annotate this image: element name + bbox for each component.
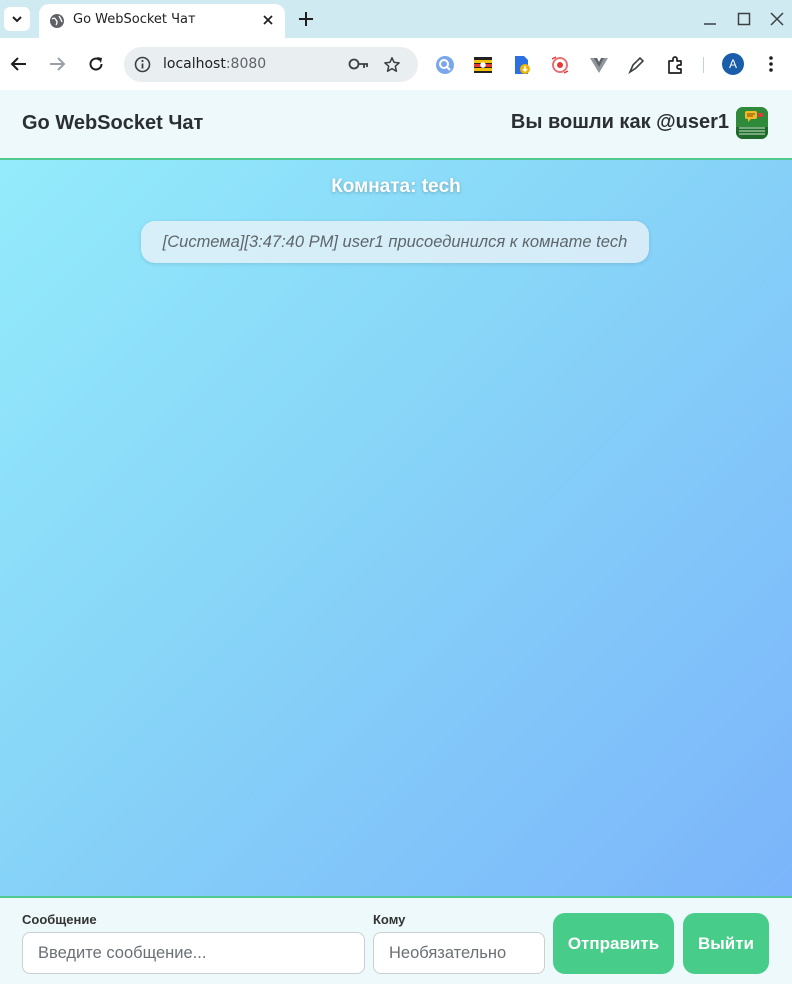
message-label: Сообщение [22, 912, 97, 927]
recipient-label: Кому [373, 912, 406, 927]
maximize-icon[interactable] [736, 10, 752, 28]
app-brand: Go WebSocket Чат [22, 112, 204, 134]
send-button[interactable]: Отправить [553, 913, 674, 974]
message-composer: Сообщение Кому Отправить Выйти [0, 896, 792, 984]
minimize-icon[interactable] [702, 10, 718, 28]
record-extension-icon[interactable] [550, 55, 570, 75]
logout-button[interactable]: Выйти [683, 913, 769, 974]
tab-active[interactable]: Go WebSocket Чат [39, 4, 285, 38]
key-icon[interactable] [348, 57, 370, 71]
recipient-input[interactable] [373, 932, 545, 974]
browser-tab-strip: Go WebSocket Чат [0, 0, 792, 38]
site-info-icon[interactable] [134, 56, 151, 73]
logged-in-user: Вы вошли как @user1 [510, 111, 729, 133]
back-icon[interactable] [10, 55, 28, 73]
flag-extension-icon[interactable] [473, 55, 493, 75]
close-icon[interactable] [261, 13, 275, 27]
message-input[interactable] [22, 932, 365, 974]
plus-icon[interactable] [296, 9, 316, 29]
globe-icon [50, 14, 64, 28]
address-bar[interactable]: localhost:8080 [124, 47, 418, 82]
search-lens-extension-icon[interactable] [435, 55, 455, 75]
system-message: [Система][3:47:40 PM] user1 присоединилс… [141, 221, 649, 263]
url-text: localhost:8080 [163, 56, 267, 72]
browser-toolbar: localhost:8080 A [0, 38, 792, 90]
room-title: Комната: tech [331, 176, 461, 197]
profile-avatar[interactable]: A [722, 53, 744, 75]
chat-app: Go WebSocket Чат Вы вошли как @user1 Ком… [0, 90, 792, 984]
forward-icon[interactable] [48, 55, 66, 73]
toolbar-separator [703, 57, 704, 73]
close-window-icon[interactable] [769, 10, 785, 28]
chevron-down-icon [12, 16, 22, 23]
app-header: Go WebSocket Чат Вы вошли как @user1 [0, 90, 792, 160]
document-extension-icon[interactable] [511, 55, 531, 75]
user-avatar[interactable] [736, 107, 768, 139]
tab-title: Go WebSocket Чат [73, 12, 196, 27]
vue-devtools-icon[interactable] [589, 55, 609, 75]
tab-search-button[interactable] [4, 7, 30, 31]
reload-icon[interactable] [87, 55, 105, 73]
kebab-menu-icon[interactable] [762, 55, 780, 73]
extensions-icon[interactable] [665, 55, 685, 75]
star-icon[interactable] [383, 56, 401, 74]
pen-extension-icon[interactable] [627, 55, 647, 75]
avatar-image [736, 107, 768, 139]
